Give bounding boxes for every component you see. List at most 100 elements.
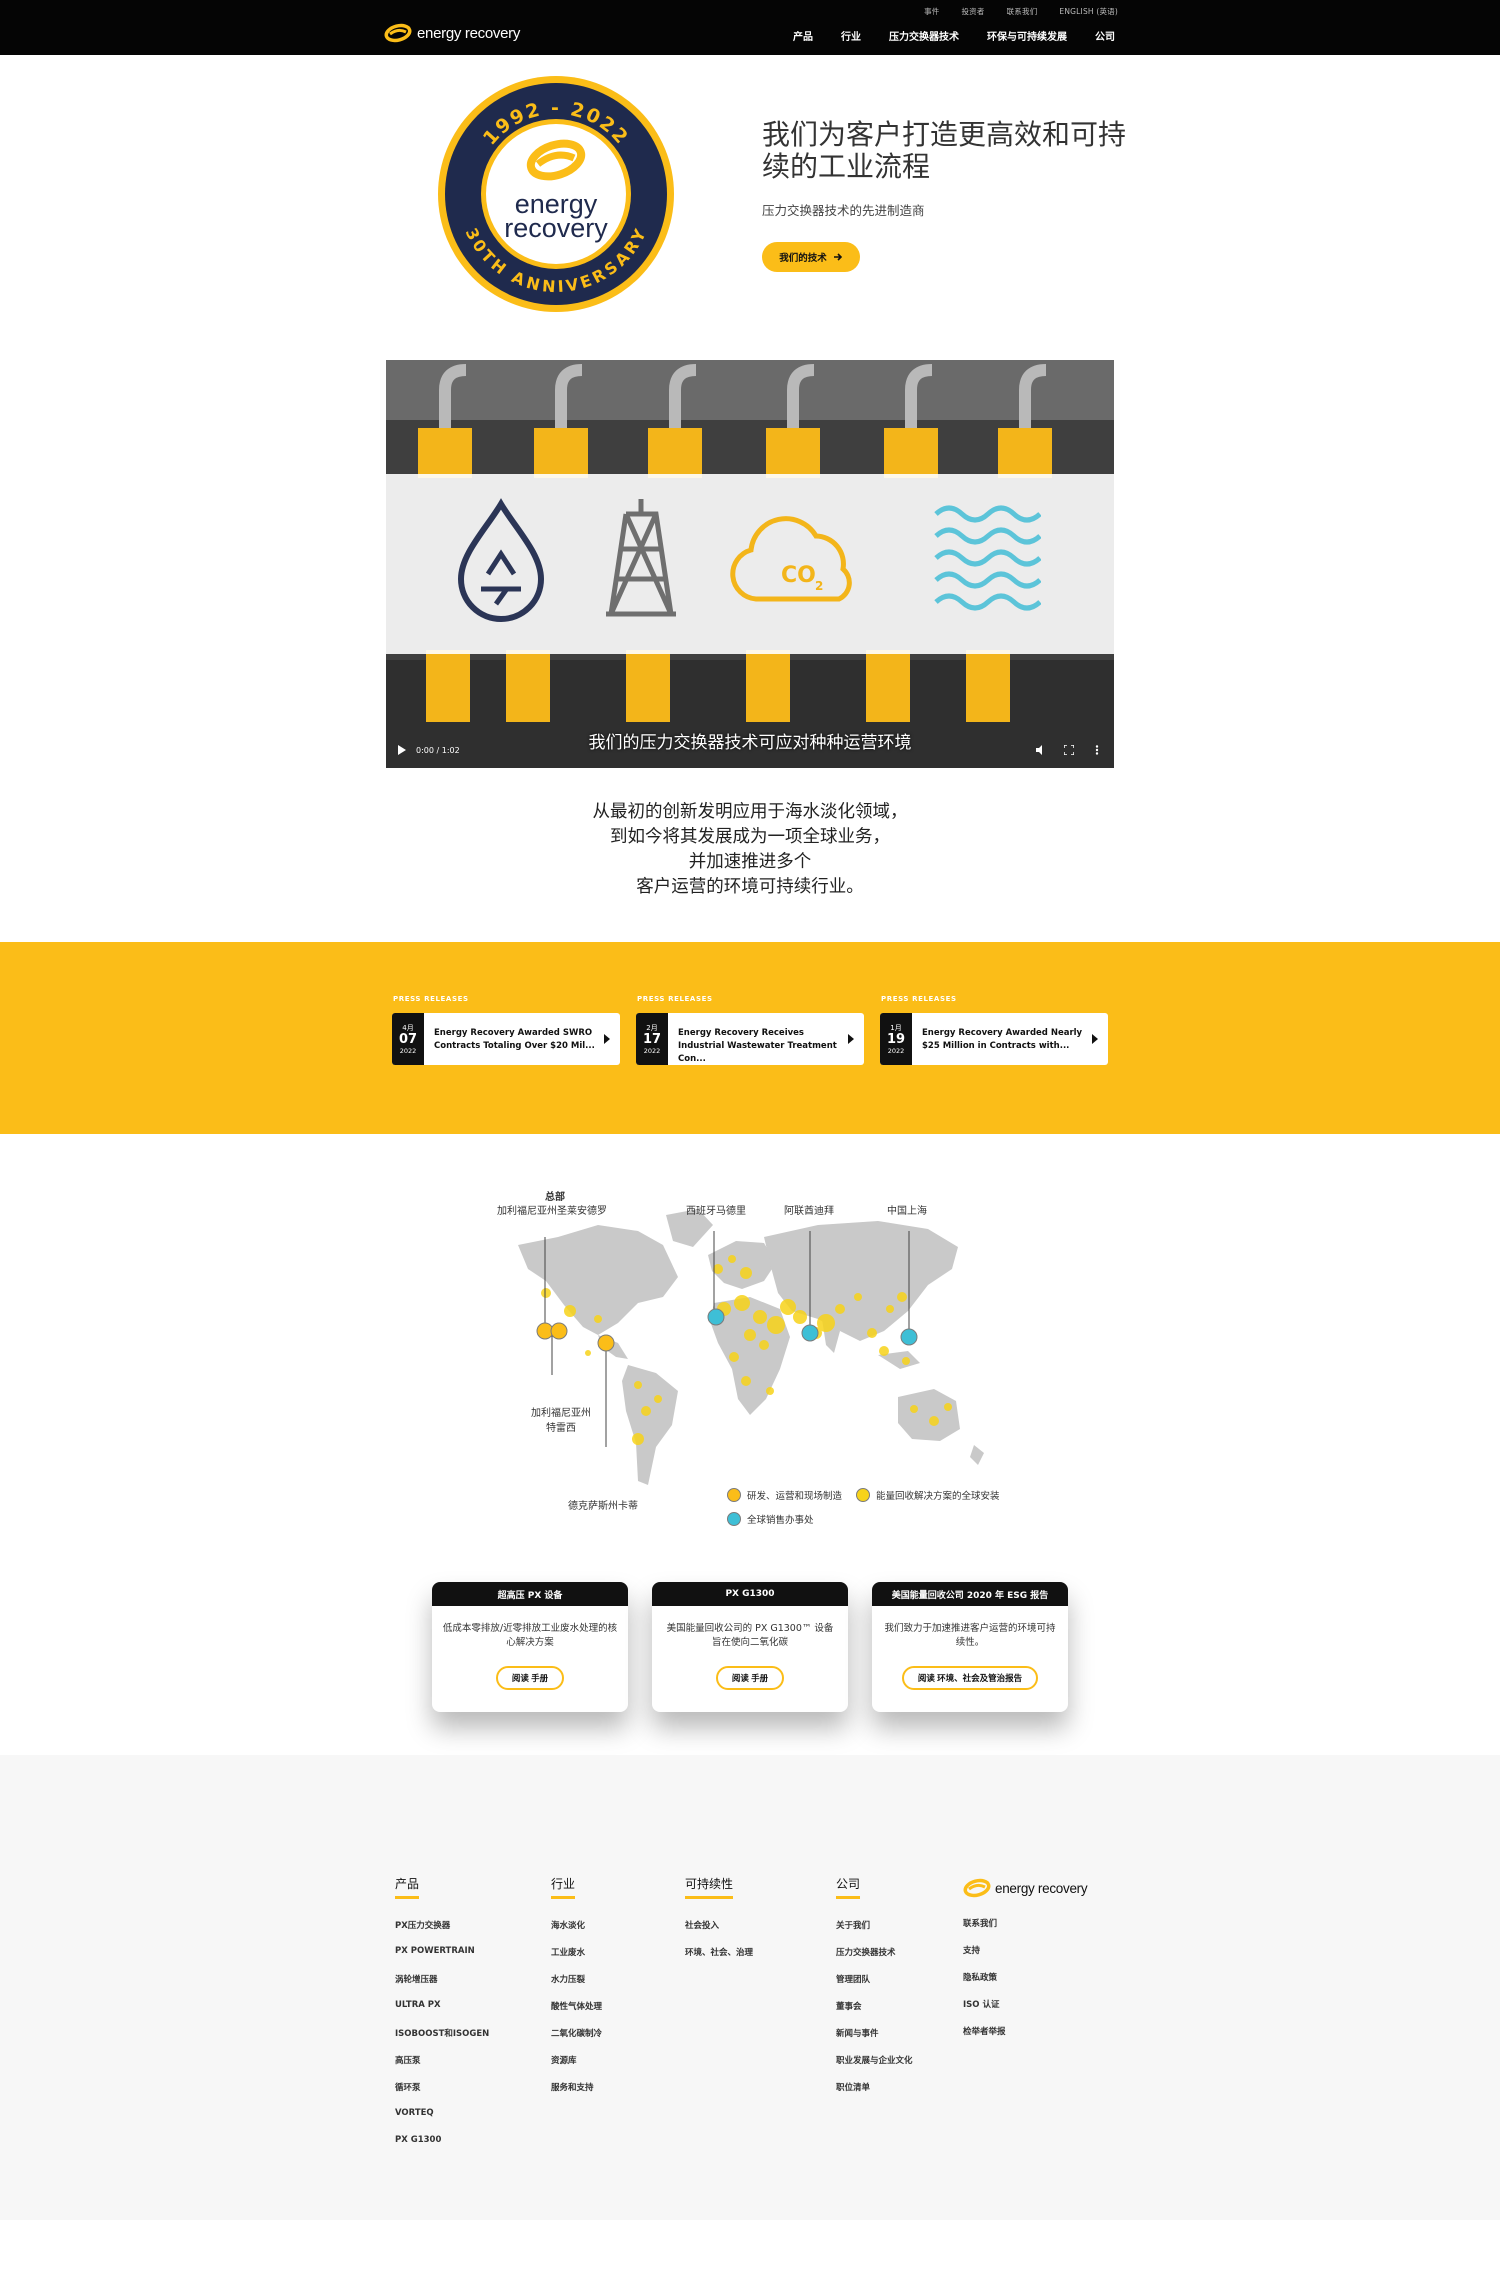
map-label-tracy-2: 特雷西 (546, 1423, 576, 1434)
footer-link[interactable]: 酸性气体处理 (551, 2000, 602, 2027)
video-time: 0:00 / 1:02 (416, 745, 460, 755)
footer-link-whistleblower[interactable]: 检举者举报 (963, 2025, 1006, 2052)
play-icon[interactable] (398, 745, 406, 755)
play-arrow-icon (1092, 1013, 1108, 1065)
map-label-shanghai: 中国上海 (887, 1206, 927, 1217)
world-landmass (518, 1209, 984, 1485)
nav-company[interactable]: 公司 (1095, 28, 1115, 43)
footer-link[interactable]: 压力交换器技术 (836, 1946, 913, 1973)
more-options-icon[interactable] (1092, 745, 1102, 755)
site-footer: 产品 PX压力交换器 PX POWERTRAIN 涡轮增压器 ULTRA PX … (0, 1755, 1500, 2220)
footer-link[interactable]: ULTRA PX (395, 2000, 489, 2027)
footer-utility-links: 联系我们 支持 隐私政策 ISO 认证 检举者举报 (963, 1917, 1006, 2052)
footer-link[interactable]: 服务和支持 (551, 2081, 602, 2108)
footer-link[interactable]: VORTEQ (395, 2108, 489, 2135)
press-card[interactable]: 2月 17 2022 Energy Recovery Receives Indu… (636, 1013, 864, 1065)
footer-link[interactable]: 新闻与事件 (836, 2027, 913, 2054)
utility-nav: 事件 投资者 联系我们 ENGLISH (英语) (924, 6, 1118, 17)
utility-link-investors[interactable]: 投资者 (961, 6, 984, 17)
fullscreen-icon[interactable] (1064, 745, 1074, 755)
tagline-line: 从最初的创新发明应用于海水淡化领域， (592, 802, 908, 822)
top-navigation-bar: 事件 投资者 联系我们 ENGLISH (英语) energy recovery… (0, 0, 1500, 55)
press-card[interactable]: 4月 07 2022 Energy Recovery Awarded SWRO … (392, 1013, 620, 1065)
map-label-tracy-1: 加利福尼亚州 (531, 1408, 591, 1419)
footer-link[interactable]: 职位清单 (836, 2081, 913, 2108)
footer-link[interactable]: 社会投入 (685, 1919, 753, 1946)
footer-link-privacy[interactable]: 隐私政策 (963, 1971, 1006, 1998)
utility-link-events[interactable]: 事件 (924, 6, 939, 17)
footer-link[interactable]: 职业发展与企业文化 (836, 2054, 913, 2081)
arrow-right-icon (833, 253, 842, 261)
footer-link[interactable]: 董事会 (836, 2000, 913, 2027)
utility-link-language[interactable]: ENGLISH (英语) (1059, 6, 1118, 17)
footer-heading: 公司 (836, 1875, 861, 1899)
press-day: 07 (398, 1032, 418, 1047)
legend-facility-label: 研发、运营和现场制造 (747, 1491, 843, 1502)
footer-link-contact[interactable]: 联系我们 (963, 1917, 1006, 1944)
footer-logo-wordmark: energy recovery (995, 1880, 1088, 1896)
card-body: 我们致力于加速推进客户运营的环境可持续性。 (884, 1623, 1056, 1648)
site-logo[interactable]: energy recovery (384, 22, 520, 44)
footer-logo[interactable]: energy recovery (963, 1877, 1088, 1899)
nav-sustainability[interactable]: 环保与可持续发展 (987, 28, 1067, 43)
press-date: 2月 17 2022 (636, 1013, 668, 1065)
footer-link[interactable]: PX G1300 (395, 2135, 489, 2162)
press-title: Energy Recovery Receives Industrial Wast… (678, 1028, 837, 1064)
co2-cloud-icon: CO 2 (730, 516, 852, 602)
hero-title: 我们为客户打造更高效和可持续的工业流程 (762, 118, 1127, 183)
hero-subtitle: 压力交换器技术的先进制造商 (762, 203, 925, 218)
main-nav: 产品 行业 压力交换器技术 环保与可持续发展 公司 (793, 28, 1115, 43)
read-brochure-button[interactable]: 阅读 手册 (715, 1666, 785, 1690)
press-card[interactable]: 1月 19 2022 Energy Recovery Awarded Nearl… (880, 1013, 1108, 1065)
our-technology-button-label: 我们的技术 (779, 253, 827, 264)
press-date: 1月 19 2022 (880, 1013, 912, 1065)
nav-px-technology[interactable]: 压力交换器技术 (889, 28, 959, 43)
press-day: 17 (642, 1032, 662, 1047)
press-year: 2022 (887, 1047, 905, 1055)
footer-link[interactable]: 环境、社会、治理 (685, 1946, 753, 1973)
legend-sales-dot (727, 1512, 741, 1526)
footer-link-iso[interactable]: ISO 认证 (963, 1998, 1006, 2025)
footer-link[interactable]: 工业废水 (551, 1946, 602, 1973)
read-brochure-button[interactable]: 阅读 手册 (495, 1666, 565, 1690)
footer-link-support[interactable]: 支持 (963, 1944, 1006, 1971)
map-label-dubai: 阿联酋迪拜 (784, 1206, 834, 1217)
footer-link[interactable]: 海水淡化 (551, 1919, 602, 1946)
footer-link[interactable]: 循环泵 (395, 2081, 489, 2108)
footer-col-industries: 行业 海水淡化 工业废水 水力压裂 酸性气体处理 二氧化碳制冷 资源库 服务和支… (551, 1873, 602, 2108)
footer-link[interactable]: 资源库 (551, 2054, 602, 2081)
nav-industries[interactable]: 行业 (841, 28, 861, 43)
footer-col-sustainability: 可持续性 社会投入 环境、社会、治理 (685, 1873, 753, 1973)
footer-link[interactable]: 高压泵 (395, 2054, 489, 2081)
footer-link[interactable]: 管理团队 (836, 1973, 913, 2000)
card-header: PX G1300 (652, 1582, 848, 1606)
footer-col-products: 产品 PX压力交换器 PX POWERTRAIN 涡轮增压器 ULTRA PX … (395, 1873, 489, 2162)
volume-icon[interactable] (1036, 745, 1046, 755)
press-releases-section: PRESS RELEASES 4月 07 2022 Energy Recover… (0, 942, 1500, 1134)
tagline-line: 客户运营的环境可持续行业。 (636, 877, 864, 897)
utility-link-contact[interactable]: 联系我们 (1007, 6, 1038, 17)
energy-recovery-logo-icon (384, 23, 412, 43)
card-esg-report: 美国能量回收公司 2020 年 ESG 报告 我们致力于加速推进客户运营的环境可… (872, 1582, 1068, 1712)
press-label: PRESS RELEASES (393, 995, 469, 1003)
footer-link[interactable]: PX POWERTRAIN (395, 1946, 489, 1973)
footer-link[interactable]: 涡轮增压器 (395, 1973, 489, 2000)
footer-link[interactable]: ISOBOOST和ISOGEN (395, 2027, 489, 2054)
footer-link[interactable]: 二氧化碳制冷 (551, 2027, 602, 2054)
intro-video[interactable]: CO 2 我们的压力交换器技术可应对种种运营环境 0:00 / 1:02 (386, 360, 1114, 768)
our-technology-button[interactable]: 我们的技术 (762, 242, 860, 272)
tagline-line: 到如今将其发展成为一项全球业务， (610, 827, 890, 847)
footer-link[interactable]: 水力压裂 (551, 1973, 602, 2000)
energy-recovery-logo-icon (963, 1878, 991, 1898)
oil-rig-icon (606, 499, 676, 617)
nav-products[interactable]: 产品 (793, 28, 813, 43)
legend-facility: 研发、运营和现场制造 (727, 1488, 842, 1502)
read-esg-report-button[interactable]: 阅读 环境、社会及管治报告 (901, 1666, 1039, 1690)
footer-link[interactable]: 关于我们 (836, 1919, 913, 1946)
global-locations-map (518, 1209, 984, 1485)
map-label-hq-title: 总部 (545, 1192, 565, 1203)
waves-icon (934, 505, 1041, 611)
play-arrow-icon (604, 1013, 620, 1065)
card-uhp-px: 超高压 PX 设备 低成本零排放/近零排放工业废水处理的核心解决方案 阅读 手册 (432, 1582, 628, 1712)
footer-link[interactable]: PX压力交换器 (395, 1919, 489, 1946)
